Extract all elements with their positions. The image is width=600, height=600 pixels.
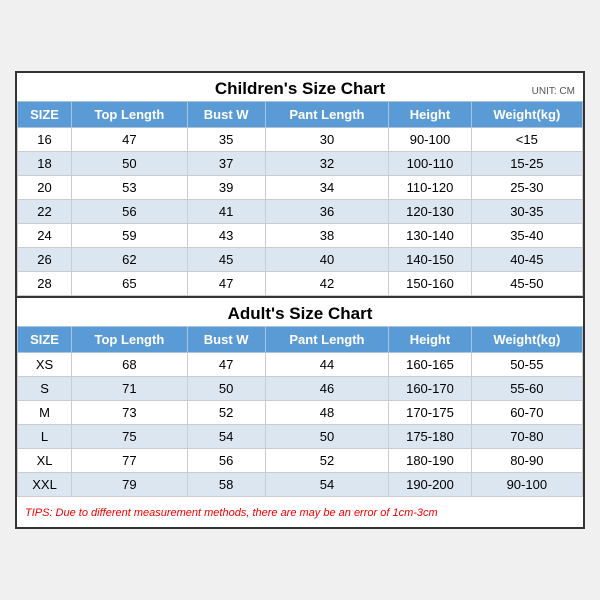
table-row: L755450175-18070-80	[18, 425, 583, 449]
adult-col-toplength: Top Length	[72, 327, 188, 353]
children-header-row: SIZE Top Length Bust W Pant Length Heigh…	[18, 102, 583, 128]
unit-label: UNIT: CM	[532, 86, 575, 97]
table-row: 18503732100-11015-25	[18, 152, 583, 176]
table-row: XXL795854190-20090-100	[18, 473, 583, 497]
children-col-height: Height	[389, 102, 471, 128]
table-row: M735248170-17560-70	[18, 401, 583, 425]
children-col-weight: Weight(kg)	[471, 102, 582, 128]
table-row: 28654742150-16045-50	[18, 272, 583, 296]
children-title-row: Children's Size Chart UNIT: CM	[17, 73, 583, 101]
children-title: Children's Size Chart	[215, 79, 385, 98]
children-col-pantlength: Pant Length	[265, 102, 389, 128]
children-col-bustw: Bust W	[187, 102, 265, 128]
adult-col-bustw: Bust W	[187, 327, 265, 353]
children-table: SIZE Top Length Bust W Pant Length Heigh…	[17, 101, 583, 296]
table-row: S715046160-17055-60	[18, 377, 583, 401]
children-col-size: SIZE	[18, 102, 72, 128]
table-row: 1647353090-100<15	[18, 128, 583, 152]
tips-row: TIPS: Due to different measurement metho…	[17, 497, 583, 527]
table-row: 24594338130-14035-40	[18, 224, 583, 248]
adult-title: Adult's Size Chart	[228, 304, 373, 323]
size-chart-container: Children's Size Chart UNIT: CM SIZE Top …	[15, 71, 585, 529]
table-row: XS684744160-16550-55	[18, 353, 583, 377]
children-col-toplength: Top Length	[72, 102, 188, 128]
adult-title-row: Adult's Size Chart	[17, 296, 583, 326]
table-row: XL775652180-19080-90	[18, 449, 583, 473]
adult-table: SIZE Top Length Bust W Pant Length Heigh…	[17, 326, 583, 497]
tips-text: TIPS: Due to different measurement metho…	[25, 507, 438, 519]
adult-col-size: SIZE	[18, 327, 72, 353]
table-row: 20533934110-12025-30	[18, 176, 583, 200]
table-row: 22564136120-13030-35	[18, 200, 583, 224]
table-row: 26624540140-15040-45	[18, 248, 583, 272]
adult-header-row: SIZE Top Length Bust W Pant Length Heigh…	[18, 327, 583, 353]
adult-col-weight: Weight(kg)	[471, 327, 582, 353]
adult-col-height: Height	[389, 327, 471, 353]
adult-col-pantlength: Pant Length	[265, 327, 389, 353]
